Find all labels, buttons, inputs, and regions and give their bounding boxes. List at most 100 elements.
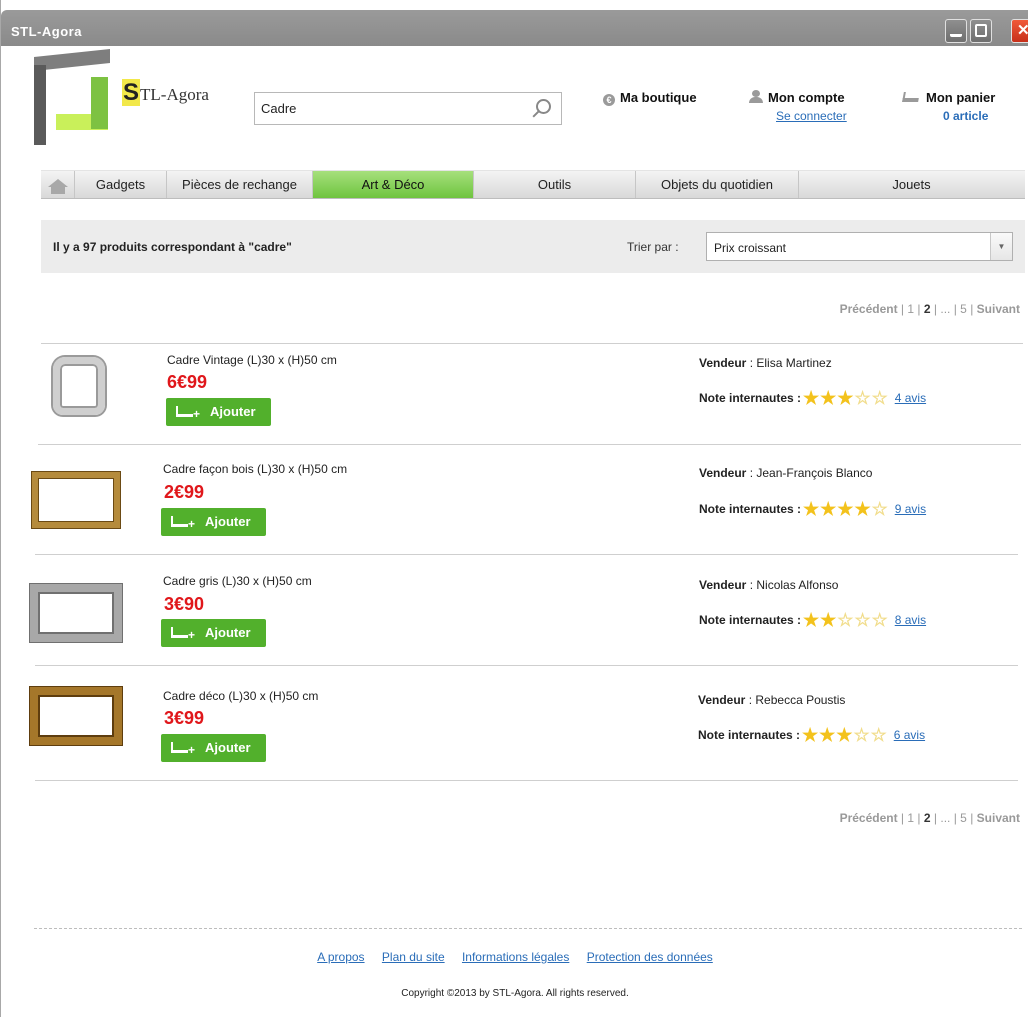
pager-page-5[interactable]: 5 xyxy=(960,302,967,316)
pager-prev[interactable]: Précédent xyxy=(840,811,898,825)
pager-current: 2 xyxy=(923,302,931,316)
vendor-label: Vendeur xyxy=(699,578,747,592)
title-bar: STL-Agora ✕ xyxy=(1,10,1028,46)
tab-art-deco[interactable]: Art & Déco xyxy=(313,171,474,198)
vendor-label: Vendeur xyxy=(698,693,746,707)
add-cart-icon xyxy=(171,510,195,538)
product-rating: Note internautes : ★★☆☆☆ 8 avis xyxy=(699,610,926,631)
logo-text: STL-Agora xyxy=(122,79,209,106)
product-item: Cadre déco (L)30 x (H)50 cm 3€99 Ajouter… xyxy=(1,665,1028,775)
sort-select[interactable]: Prix croissant ▼ xyxy=(706,232,1013,261)
product-image-gris[interactable] xyxy=(30,584,122,642)
logo-letter: S xyxy=(122,79,141,106)
site-logo[interactable]: STL-Agora xyxy=(34,49,234,147)
product-vendor: Vendeur : Nicolas Alfonso xyxy=(699,578,839,592)
result-count: Il y a 97 produits correspondant à "cadr… xyxy=(53,240,292,254)
tab-outils[interactable]: Outils xyxy=(474,171,636,198)
add-label: Ajouter xyxy=(205,740,251,755)
maximize-icon xyxy=(975,24,987,37)
product-name[interactable]: Cadre Vintage (L)30 x (H)50 cm xyxy=(167,353,337,367)
add-label: Ajouter xyxy=(205,625,251,640)
cart-count[interactable]: 0 article xyxy=(943,109,988,123)
product-price: 3€99 xyxy=(164,708,205,728)
pager-page-5[interactable]: 5 xyxy=(960,811,967,825)
se-connecter-link[interactable]: Se connecter xyxy=(776,109,847,123)
reviews-link[interactable]: 6 avis xyxy=(894,728,925,742)
add-to-cart-button[interactable]: Ajouter xyxy=(161,508,266,538)
logo-mark-green xyxy=(91,77,108,129)
tab-pieces-de-rechange[interactable]: Pièces de rechange xyxy=(167,171,313,198)
close-button[interactable]: ✕ xyxy=(1011,19,1028,43)
star-icon: ★ xyxy=(854,499,872,519)
product-name[interactable]: Cadre façon bois (L)30 x (H)50 cm xyxy=(163,462,347,476)
search-icon[interactable] xyxy=(536,99,551,114)
cart-icon xyxy=(902,92,920,102)
reviews-link[interactable]: 4 avis xyxy=(895,391,926,405)
product-item: Cadre gris (L)30 x (H)50 cm 3€90 Ajouter… xyxy=(1,554,1028,664)
search-input[interactable] xyxy=(261,101,521,116)
rating-label: Note internautes : xyxy=(699,391,802,405)
footer-link-protection-donnees[interactable]: Protection des données xyxy=(587,950,713,964)
footer-link-informations-legales[interactable]: Informations légales xyxy=(462,950,569,964)
star-icon: ★ xyxy=(837,388,855,408)
add-cart-icon xyxy=(171,736,195,764)
pager-prev[interactable]: Précédent xyxy=(840,302,898,316)
product-name[interactable]: Cadre gris (L)30 x (H)50 cm xyxy=(163,574,312,588)
add-to-cart-button[interactable]: Ajouter xyxy=(161,734,266,764)
reviews-link[interactable]: 8 avis xyxy=(895,613,926,627)
star-icon: ★ xyxy=(803,388,821,408)
add-to-cart-button[interactable]: Ajouter xyxy=(166,398,271,428)
star-icon: ★ xyxy=(819,725,837,745)
add-label: Ajouter xyxy=(205,514,251,529)
frame-deco xyxy=(30,687,122,745)
star-icon: ★ xyxy=(820,610,838,630)
tab-objets-du-quotidien[interactable]: Objets du quotidien xyxy=(636,171,799,198)
logo-wordmark: TL-Agora xyxy=(140,85,209,104)
star-icon: ★ xyxy=(836,725,854,745)
product-image-deco[interactable] xyxy=(30,687,122,745)
product-vendor: Vendeur : Rebecca Poustis xyxy=(698,693,846,707)
minimize-icon xyxy=(950,24,962,37)
add-to-cart-button[interactable]: Ajouter xyxy=(161,619,266,649)
vendor-name: Rebecca Poustis xyxy=(755,693,846,707)
mon-panier-label: Mon panier xyxy=(926,90,996,105)
footer-link-apropos[interactable]: A propos xyxy=(317,950,364,964)
mon-compte-label: Mon compte xyxy=(768,90,845,105)
sort-selected-value: Prix croissant xyxy=(714,241,787,255)
product-image-vintage[interactable] xyxy=(45,351,113,421)
close-icon: ✕ xyxy=(1017,22,1028,39)
pager-current: 2 xyxy=(923,811,931,825)
star-icon: ★ xyxy=(820,388,838,408)
pager-page-1[interactable]: 1 xyxy=(907,302,914,316)
maximize-button[interactable] xyxy=(970,19,992,43)
app-window: STL-Agora ✕ STL-Agora € Ma boutique Mon c… xyxy=(0,0,1028,1017)
ma-boutique-link[interactable]: € Ma boutique xyxy=(603,90,697,106)
main-nav: Gadgets Pièces de rechange Art & Déco Ou… xyxy=(41,170,1025,199)
product-price: 3€90 xyxy=(164,594,205,614)
frame-gris xyxy=(30,584,122,642)
vendor-label: Vendeur xyxy=(699,466,747,480)
add-cart-icon xyxy=(171,621,195,649)
pagination-bottom: Précédent | 1 | 2 | ... | 5 | Suivant xyxy=(839,811,1020,825)
tab-jouets[interactable]: Jouets xyxy=(799,171,1024,198)
product-image-bois[interactable] xyxy=(32,472,120,528)
mon-compte-link[interactable]: Mon compte xyxy=(749,90,845,105)
product-item: Cadre façon bois (L)30 x (H)50 cm 2€99 A… xyxy=(1,444,1028,554)
home-icon[interactable] xyxy=(41,171,75,198)
mon-panier-link[interactable]: Mon panier xyxy=(902,90,996,105)
copyright: Copyright ©2013 by STL-Agora. All rights… xyxy=(401,988,629,999)
product-name[interactable]: Cadre déco (L)30 x (H)50 cm xyxy=(163,689,318,703)
reviews-link[interactable]: 9 avis xyxy=(895,502,926,516)
user-icon xyxy=(749,90,763,103)
pager-next[interactable]: Suivant xyxy=(977,302,1020,316)
frame-bois xyxy=(32,472,120,528)
pager-page-1[interactable]: 1 xyxy=(907,811,914,825)
minimize-button[interactable] xyxy=(945,19,967,43)
pager-next[interactable]: Suivant xyxy=(977,811,1020,825)
footer-link-plan-du-site[interactable]: Plan du site xyxy=(382,950,445,964)
add-cart-icon xyxy=(176,400,200,428)
sort-label: Trier par : xyxy=(627,240,679,254)
product-item: Cadre Vintage (L)30 x (H)50 cm 6€99 Ajou… xyxy=(1,343,1028,453)
tab-gadgets[interactable]: Gadgets xyxy=(75,171,167,198)
vendor-label: Vendeur xyxy=(699,356,747,370)
